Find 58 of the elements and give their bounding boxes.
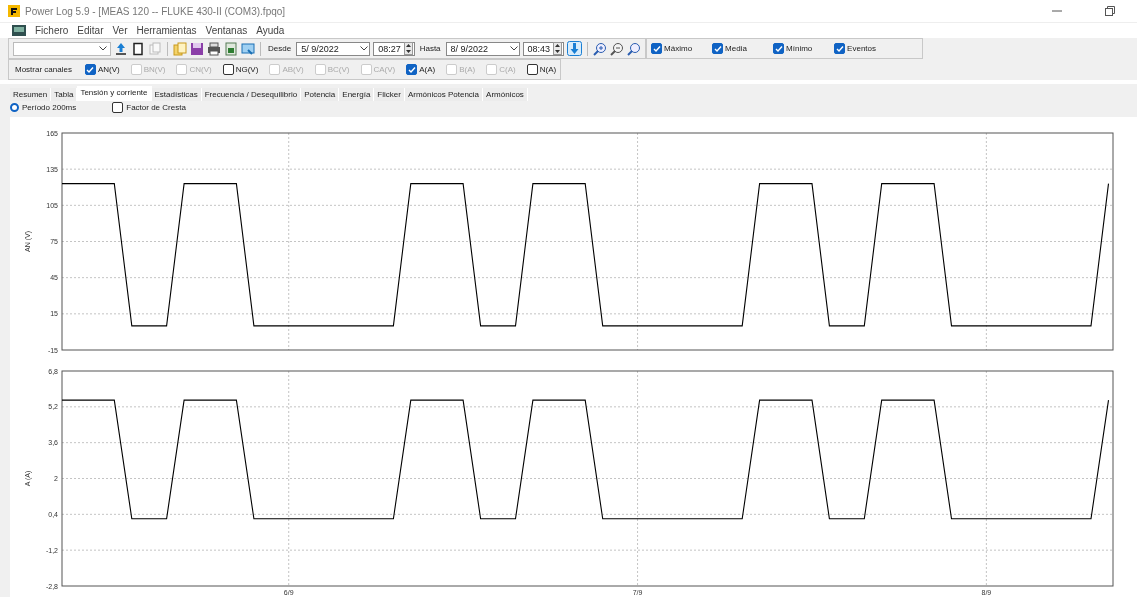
check-icon — [774, 44, 783, 53]
restore-icon[interactable] — [1105, 6, 1115, 16]
tab[interactable]: Tabla — [51, 88, 78, 101]
check-icon — [86, 65, 95, 74]
tab[interactable]: Frecuencia / Desequilibrio — [201, 88, 302, 101]
chevron-down-icon — [360, 46, 369, 51]
chevron-down-icon — [509, 46, 518, 51]
check-icon — [407, 65, 416, 74]
tab[interactable]: Armónicos Potencia — [404, 88, 484, 101]
menu-item[interactable]: Ventanas — [205, 25, 248, 36]
app-menu-icon[interactable] — [12, 25, 26, 36]
time-field[interactable]: 08:43 — [522, 41, 565, 56]
menu-item[interactable]: Fichero — [35, 25, 69, 36]
checkbox[interactable]: NG(V) — [222, 64, 259, 75]
download-icon[interactable] — [567, 41, 583, 56]
checkbox[interactable]: Media — [712, 43, 771, 54]
tab[interactable]: Energía — [339, 88, 375, 101]
window-title: Power Log 5.9 - [MEAS 120 -- FLUKE 430-II (COM3).fpqo] — [25, 5, 286, 17]
time-field[interactable]: 08:27 — [373, 41, 415, 56]
spin-icon[interactable] — [403, 42, 413, 55]
zoom-out-icon[interactable] — [610, 41, 625, 56]
export-icon[interactable] — [224, 41, 238, 56]
check-icon — [713, 44, 722, 53]
date-picker[interactable]: 5/ 9/2022 — [296, 41, 371, 56]
checkbox[interactable]: AN(V) — [84, 64, 120, 75]
tab[interactable]: Tensión y corriente — [77, 86, 152, 101]
app-logo-icon — [8, 5, 20, 17]
tab[interactable]: Flicker — [374, 88, 405, 101]
channels-label: Mostrar canales — [15, 65, 72, 74]
upload-icon[interactable] — [114, 41, 128, 56]
monitor-icon[interactable] — [241, 41, 255, 56]
document-icon[interactable] — [131, 41, 145, 56]
check-icon — [652, 44, 661, 53]
chevron-down-icon — [99, 46, 107, 51]
spin-icon[interactable] — [553, 42, 563, 55]
menu-item[interactable]: Editar — [77, 25, 104, 36]
menu-item[interactable]: Ver — [112, 25, 128, 36]
checkbox[interactable]: A(A) — [406, 64, 436, 75]
from-label: Desde — [268, 44, 292, 53]
save-icon[interactable] — [190, 41, 204, 56]
zoom-in-icon[interactable] — [593, 41, 608, 56]
date-picker[interactable]: 8/ 9/2022 — [445, 41, 520, 56]
checkbox[interactable]: N(A) — [526, 64, 557, 75]
menu-item[interactable]: Herramientas — [136, 25, 197, 36]
tab[interactable]: Armónicos — [483, 88, 528, 101]
checkbox[interactable]: Factor de Cresta — [112, 102, 186, 113]
to-label: Hasta — [419, 44, 441, 53]
search-icon[interactable] — [627, 41, 642, 56]
tab[interactable]: Potencia — [301, 88, 340, 101]
print-icon[interactable] — [207, 41, 221, 56]
tab[interactable]: Resumen — [10, 88, 52, 101]
radio-button[interactable]: Período 200ms — [10, 103, 77, 112]
checkbox[interactable]: Máximo — [651, 43, 710, 54]
checkbox[interactable]: Mínimo — [773, 43, 832, 54]
menu-item[interactable]: Ayuda — [256, 25, 285, 36]
tab[interactable]: Estadísticas — [151, 88, 202, 101]
check-icon — [835, 44, 844, 53]
checkbox[interactable]: Eventos — [834, 43, 893, 54]
